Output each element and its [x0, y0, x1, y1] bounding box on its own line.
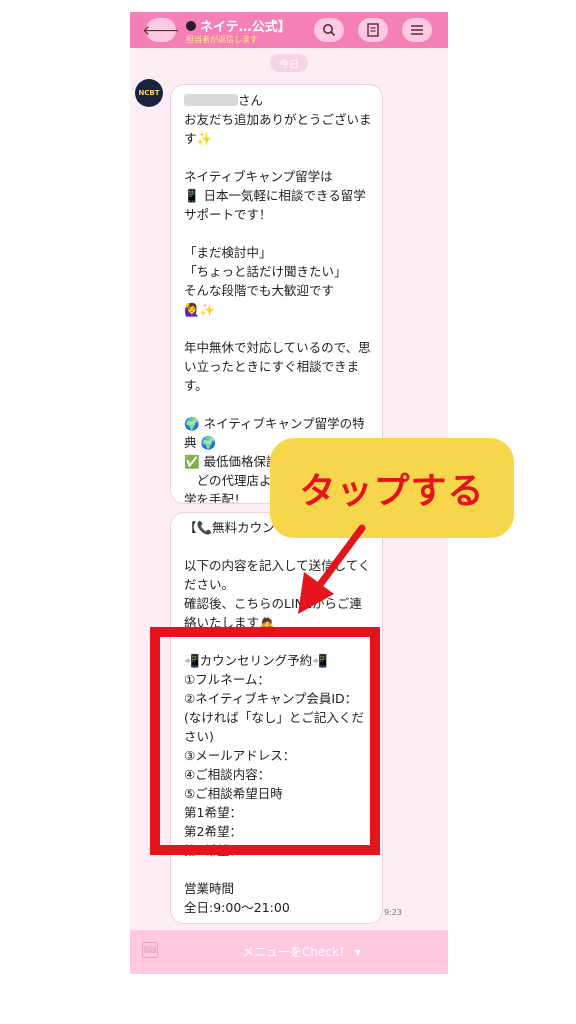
arrow-shaft — [312, 524, 366, 594]
callout-arrow — [298, 524, 366, 614]
